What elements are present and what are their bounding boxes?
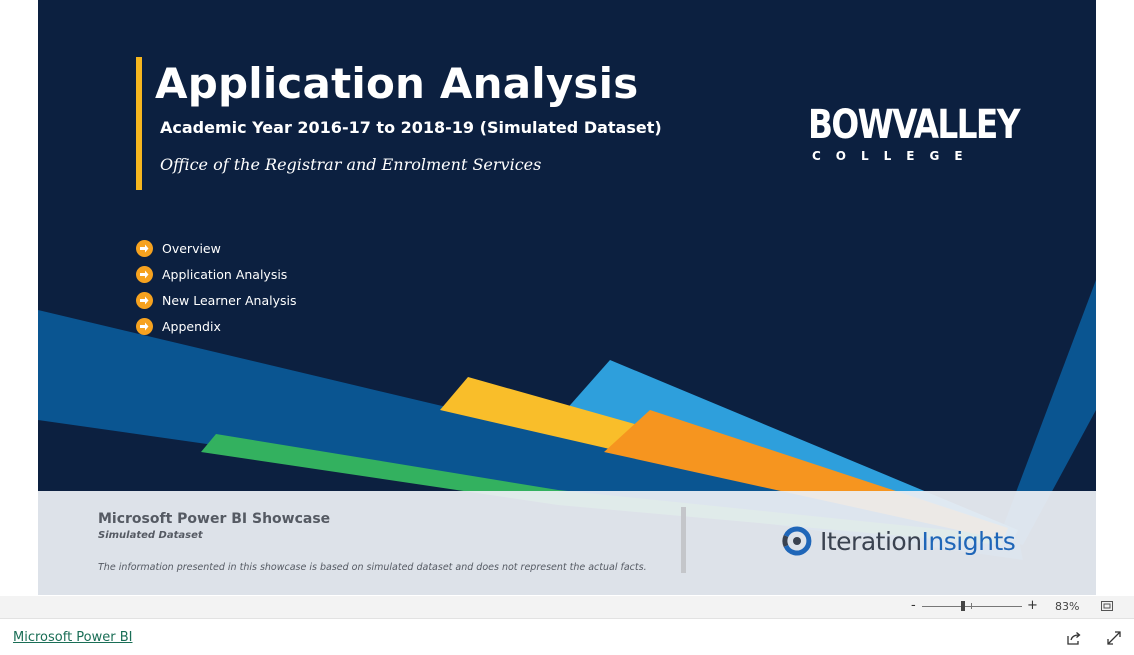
bow-valley-college-logo: BOWVALLEY COLLEGE	[808, 102, 1020, 167]
zoom-percent: 83%	[1055, 600, 1080, 613]
nav-label: New Learner Analysis	[162, 292, 297, 308]
zoom-slider-thumb[interactable]	[961, 601, 965, 611]
share-icon[interactable]	[1066, 630, 1082, 646]
bottom-bar: Microsoft Power BI	[0, 619, 1134, 655]
report-canvas: Application Analysis Academic Year 2016-…	[38, 0, 1096, 595]
brand-insights: Insights	[921, 526, 1016, 556]
nav-label: Application Analysis	[162, 266, 288, 282]
zoom-slider[interactable]	[922, 601, 1022, 611]
navigation-menu: Overview Application Analysis New Learne…	[136, 235, 296, 339]
brand-iteration: Iteration	[820, 526, 922, 556]
report-title: Application Analysis	[155, 59, 639, 108]
iteration-insights-logo: IterationInsights	[778, 521, 1016, 561]
footer-band: Microsoft Power BI Showcase Simulated Da…	[38, 491, 1096, 595]
zoom-in-button[interactable]: +	[1027, 598, 1038, 613]
office-name: Office of the Registrar and Enrolment Se…	[160, 155, 542, 174]
microsoft-power-bi-link[interactable]: Microsoft Power BI	[13, 630, 132, 645]
iteration-insights-icon	[782, 526, 812, 556]
zoom-out-button[interactable]: -	[911, 598, 916, 613]
nav-label: Overview	[162, 240, 221, 256]
expand-icon[interactable]	[1106, 630, 1122, 646]
nav-item-overview[interactable]: Overview	[136, 235, 296, 261]
arrow-right-circle-icon	[136, 265, 153, 283]
nav-label: Appendix	[162, 318, 221, 334]
nav-item-appendix[interactable]: Appendix	[136, 313, 296, 339]
logo-main-text: BOWVALLEY	[808, 102, 1020, 148]
showcase-title: Microsoft Power BI Showcase	[98, 511, 331, 527]
title-accent-bar	[136, 57, 142, 190]
arrow-right-circle-icon	[136, 317, 153, 335]
fit-to-page-icon[interactable]	[1101, 601, 1113, 611]
disclaimer-text: The information presented in this showca…	[98, 562, 647, 573]
arrow-right-circle-icon	[136, 239, 153, 257]
nav-item-application-analysis[interactable]: Application Analysis	[136, 261, 296, 287]
iteration-insights-wordmark: IterationInsights	[820, 526, 1016, 556]
zoom-toolbar: - + 83%	[0, 596, 1134, 619]
logo-sub-text: COLLEGE	[812, 149, 978, 163]
simulated-label: Simulated Dataset	[98, 530, 203, 541]
nav-item-new-learner-analysis[interactable]: New Learner Analysis	[136, 287, 296, 313]
footer-divider	[681, 507, 686, 573]
report-subtitle: Academic Year 2016-17 to 2018-19 (Simula…	[160, 118, 662, 137]
zoom-slider-tick	[971, 603, 972, 609]
arrow-right-circle-icon	[136, 291, 153, 309]
